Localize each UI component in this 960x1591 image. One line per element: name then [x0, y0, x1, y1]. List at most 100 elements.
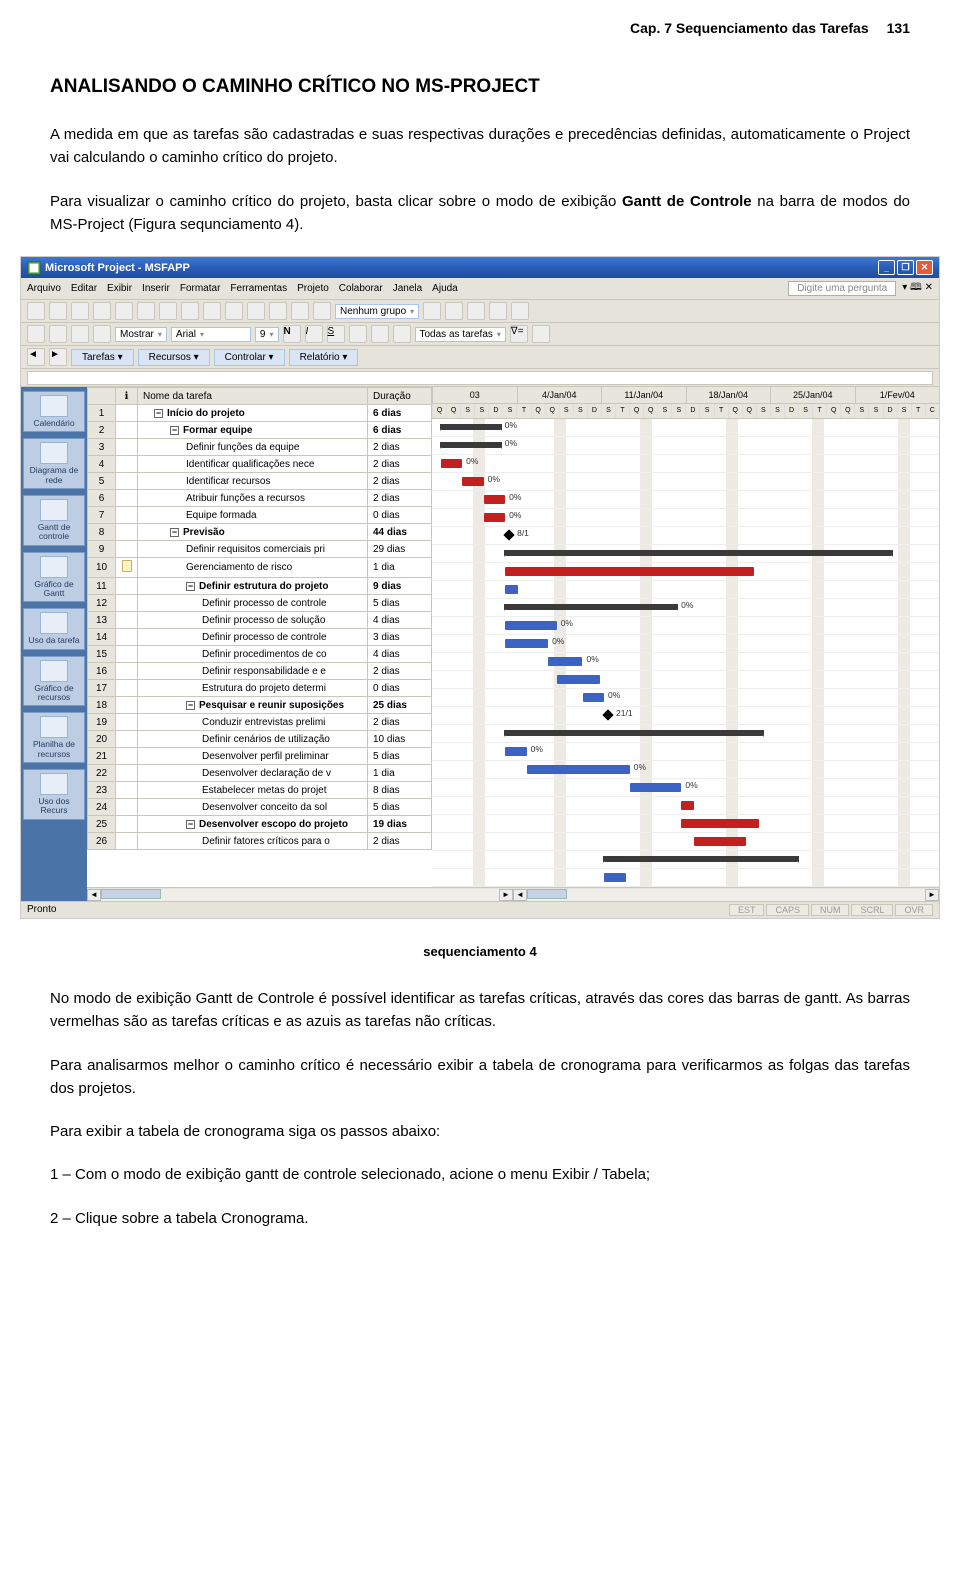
hidesub-icon[interactable]	[93, 325, 111, 343]
row-name[interactable]: −Formar equipe	[138, 422, 368, 439]
table-row[interactable]: 24 Desenvolver conceito da sol5 dias	[88, 799, 432, 816]
fontsize-selector[interactable]: 9	[255, 327, 279, 342]
row-name[interactable]: Conduzir entrevistas prelimi	[138, 714, 368, 731]
table-row[interactable]: 26Definir fatores críticos para o2 dias	[88, 833, 432, 850]
scroll-left-icon[interactable]: ◄	[87, 889, 101, 901]
preview-icon[interactable]	[115, 302, 133, 320]
outdent-icon[interactable]	[27, 325, 45, 343]
indent-icon[interactable]	[49, 325, 67, 343]
row-name[interactable]: Gerenciamento de risco	[138, 558, 368, 578]
toggle-icon[interactable]: −	[154, 409, 163, 418]
row-duration[interactable]: 9 dias	[368, 578, 432, 595]
table-row[interactable]: 2−Formar equipe6 dias	[88, 422, 432, 439]
row-duration[interactable]: 2 dias	[368, 714, 432, 731]
row-duration[interactable]: 0 dias	[368, 507, 432, 524]
table-row[interactable]: 22Desenvolver declaração de v1 dia	[88, 765, 432, 782]
row-name[interactable]: −Previsão	[138, 524, 368, 541]
table-row[interactable]: 16Definir responsabilidade e e2 dias	[88, 663, 432, 680]
guide-tab-relatório[interactable]: Relatório ▾	[289, 349, 359, 366]
more-icon[interactable]	[532, 325, 550, 343]
table-row[interactable]: 14Definir processo de controle3 dias	[88, 629, 432, 646]
row-duration[interactable]: 5 dias	[368, 799, 432, 816]
close-button[interactable]: ✕	[916, 260, 933, 275]
new-icon[interactable]	[27, 302, 45, 320]
menu-ajuda[interactable]: Ajuda	[432, 283, 458, 294]
menu-arquivo[interactable]: Arquivo	[27, 283, 61, 294]
row-name[interactable]: Desenvolver conceito da sol	[138, 799, 368, 816]
row-name[interactable]: Definir fatores críticos para o	[138, 833, 368, 850]
row-duration[interactable]: 0 dias	[368, 680, 432, 697]
row-name[interactable]: −Pesquisar e reunir suposições	[138, 697, 368, 714]
col-name[interactable]: Nome da tarefa	[138, 388, 368, 405]
row-name[interactable]: Identificar qualificações nece	[138, 456, 368, 473]
col-info[interactable]: ℹ	[116, 388, 138, 405]
row-name[interactable]: Atribuir funções a recursos	[138, 490, 368, 507]
row-duration[interactable]: 2 dias	[368, 473, 432, 490]
toggle-icon[interactable]: −	[186, 701, 195, 710]
row-name[interactable]: Identificar recursos	[138, 473, 368, 490]
open-icon[interactable]	[49, 302, 67, 320]
viewbar-gráfico-de-gantt[interactable]: Gráfico de Gantt	[23, 552, 85, 603]
undo-icon[interactable]	[225, 302, 243, 320]
table-row[interactable]: 7Equipe formada0 dias	[88, 507, 432, 524]
cut-icon[interactable]	[159, 302, 177, 320]
row-id[interactable]: 23	[88, 782, 116, 799]
table-row[interactable]: 10Gerenciamento de risco1 dia	[88, 558, 432, 578]
help-icon[interactable]	[511, 302, 529, 320]
table-row[interactable]: 18−Pesquisar e reunir suposições25 dias	[88, 697, 432, 714]
unlink-icon[interactable]	[269, 302, 287, 320]
split-icon[interactable]	[291, 302, 309, 320]
menu-formatar[interactable]: Formatar	[180, 283, 221, 294]
row-duration[interactable]: 8 dias	[368, 782, 432, 799]
scroll-left-icon-2[interactable]: ◄	[513, 889, 527, 901]
scroll-track-left[interactable]	[101, 889, 499, 901]
row-id[interactable]: 10	[88, 558, 116, 578]
row-name[interactable]: −Início do projeto	[138, 405, 368, 422]
ask-a-question-box[interactable]: Digite uma pergunta	[788, 281, 896, 296]
italic-icon[interactable]: I	[305, 325, 323, 343]
autofilter-icon[interactable]: ∇=	[510, 325, 528, 343]
table-row[interactable]: 6 Atribuir funções a recursos2 dias	[88, 490, 432, 507]
row-name[interactable]: Definir responsabilidade e e	[138, 663, 368, 680]
row-id[interactable]: 3	[88, 439, 116, 456]
info-icon[interactable]	[313, 302, 331, 320]
align-right-icon[interactable]	[393, 325, 411, 343]
align-left-icon[interactable]	[349, 325, 367, 343]
row-duration[interactable]: 4 dias	[368, 612, 432, 629]
row-name[interactable]: −Definir estrutura do projeto	[138, 578, 368, 595]
viewbar-diagrama-de-rede[interactable]: Diagrama de rede	[23, 438, 85, 489]
row-id[interactable]: 6	[88, 490, 116, 507]
font-selector[interactable]: Arial	[171, 327, 251, 342]
table-row[interactable]: 20Definir cenários de utilização10 dias	[88, 731, 432, 748]
row-duration[interactable]: 5 dias	[368, 595, 432, 612]
row-id[interactable]: 1	[88, 405, 116, 422]
row-duration[interactable]: 2 dias	[368, 439, 432, 456]
copy-icon[interactable]	[181, 302, 199, 320]
table-row[interactable]: 15Definir procedimentos de co4 dias	[88, 646, 432, 663]
goto-icon[interactable]	[467, 302, 485, 320]
row-duration[interactable]: 5 dias	[368, 748, 432, 765]
zoomin-icon[interactable]	[423, 302, 441, 320]
table-row[interactable]: 11−Definir estrutura do projeto9 dias	[88, 578, 432, 595]
row-id[interactable]: 5	[88, 473, 116, 490]
table-row[interactable]: 17Estrutura do projeto determi0 dias	[88, 680, 432, 697]
row-name[interactable]: Equipe formada	[138, 507, 368, 524]
row-duration[interactable]: 2 dias	[368, 490, 432, 507]
row-name[interactable]: Definir cenários de utilização	[138, 731, 368, 748]
row-name[interactable]: Definir processo de controle	[138, 629, 368, 646]
row-id[interactable]: 13	[88, 612, 116, 629]
toggle-icon[interactable]: −	[186, 582, 195, 591]
table-row[interactable]: 1−Início do projeto6 dias	[88, 405, 432, 422]
row-name[interactable]: Definir processo de solução	[138, 612, 368, 629]
row-id[interactable]: 25	[88, 816, 116, 833]
row-id[interactable]: 22	[88, 765, 116, 782]
table-row[interactable]: 8−Previsão44 dias	[88, 524, 432, 541]
toggle-icon[interactable]: −	[170, 528, 179, 537]
row-id[interactable]: 14	[88, 629, 116, 646]
scroll-track-right[interactable]	[527, 889, 925, 901]
table-row[interactable]: 4Identificar qualificações nece2 dias	[88, 456, 432, 473]
row-id[interactable]: 24	[88, 799, 116, 816]
back-icon[interactable]: ◄	[27, 348, 45, 366]
save-icon[interactable]	[71, 302, 89, 320]
row-name[interactable]: Estabelecer metas do projet	[138, 782, 368, 799]
